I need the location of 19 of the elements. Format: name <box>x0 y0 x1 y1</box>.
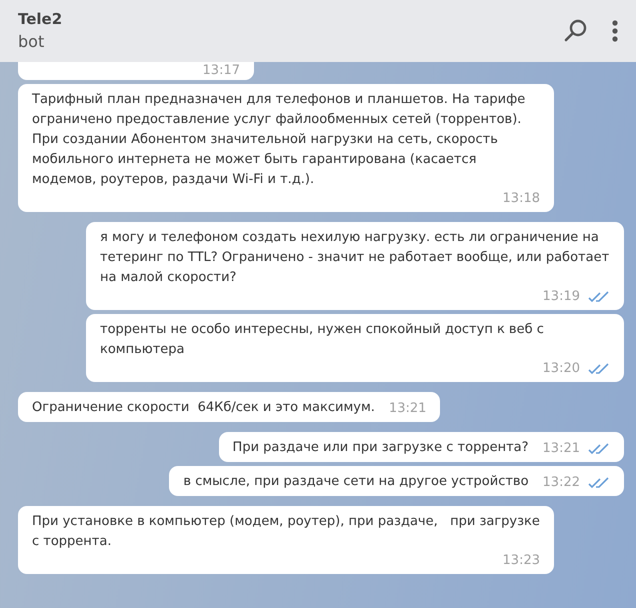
message-time: 13:23 <box>502 552 540 570</box>
chat-title: Tele2 <box>18 8 62 30</box>
chat-subtitle: bot <box>18 31 46 54</box>
message-text: Ограничение скорости 64Кб/сек и это максимум. <box>32 399 375 417</box>
message-time: 13:20 <box>542 360 580 378</box>
message-text: в смысле, при раздаче сети на другое устройство <box>183 473 529 491</box>
message-text: я могу и телефоном создать нехилую нагрузку. есть ли ограничение на тетеринг по TTL? Ограничено - значит не работает вообще, или работает на малой скорости? <box>100 229 610 287</box>
message-text: Тарифный план предназначен для телефонов и планшетов. На тарифе ограничено предоставление услуг файлообменных сетей (торрентов). При создании Абонентом значительной нагрузки на сеть, скорость мобильного интернета не может быть гарантирована (касается модемов, роутеров, раздачи Wi-Fi и т.д.). <box>32 91 526 189</box>
message-time: 13:21 <box>542 440 580 458</box>
message-time: 13:17 <box>202 62 240 80</box>
message-text: При раздаче или при загрузке с торрента? <box>232 439 529 457</box>
search-icon[interactable] <box>564 19 588 43</box>
message-time: 13:19 <box>542 288 580 306</box>
message-time: 13:21 <box>388 400 426 418</box>
message-text: При установке в компьютер (модем, роутер), при раздаче, при загрузке с торрента. <box>32 513 540 551</box>
message-text: торренты не особо интересны, нужен спокойный доступ к веб с компьютера <box>100 321 545 359</box>
message-time: 13:18 <box>502 190 540 208</box>
message-time: 13:22 <box>542 474 580 492</box>
more-icon[interactable] <box>612 20 618 42</box>
